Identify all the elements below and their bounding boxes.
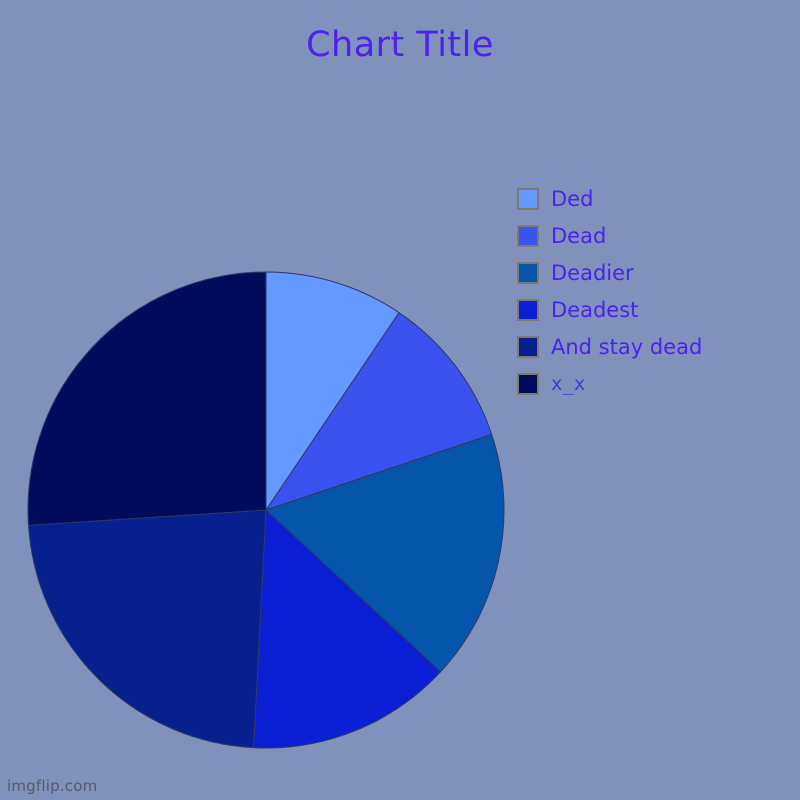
legend-item[interactable]: Ded xyxy=(517,180,777,217)
legend-swatch-icon xyxy=(517,187,539,210)
pie-slice-group xyxy=(27,271,505,749)
legend-swatch-icon xyxy=(517,224,539,247)
pie-slice[interactable] xyxy=(27,271,267,526)
legend-item[interactable]: x_x xyxy=(517,365,777,402)
legend-item-label: Ded xyxy=(551,186,594,211)
legend-swatch-icon xyxy=(517,261,539,284)
legend-item[interactable]: Deadier xyxy=(517,254,777,291)
legend-item-label: Deadest xyxy=(551,297,639,322)
chart-legend: Ded Dead Deadier Deadest And stay dead x_x xyxy=(517,180,777,402)
legend-item[interactable]: Deadest xyxy=(517,291,777,328)
legend-item-label: And stay dead xyxy=(551,334,703,359)
legend-item-label: Deadier xyxy=(551,260,634,285)
legend-item[interactable]: And stay dead xyxy=(517,328,777,365)
watermark: imgflip.com xyxy=(7,777,98,795)
chart-canvas: Chart Title Ded Dead Deadier Deadest And sta… xyxy=(0,0,800,800)
legend-item-label: Dead xyxy=(551,223,607,248)
page-title: Chart Title xyxy=(306,25,494,65)
pie-slice[interactable] xyxy=(27,509,267,749)
legend-swatch-icon xyxy=(517,372,539,395)
pie-chart xyxy=(27,271,505,749)
legend-swatch-icon xyxy=(517,298,539,321)
legend-item-label: x_x xyxy=(551,372,586,395)
legend-item[interactable]: Dead xyxy=(517,217,777,254)
pie-chart-svg xyxy=(27,271,505,749)
legend-swatch-icon xyxy=(517,335,539,358)
